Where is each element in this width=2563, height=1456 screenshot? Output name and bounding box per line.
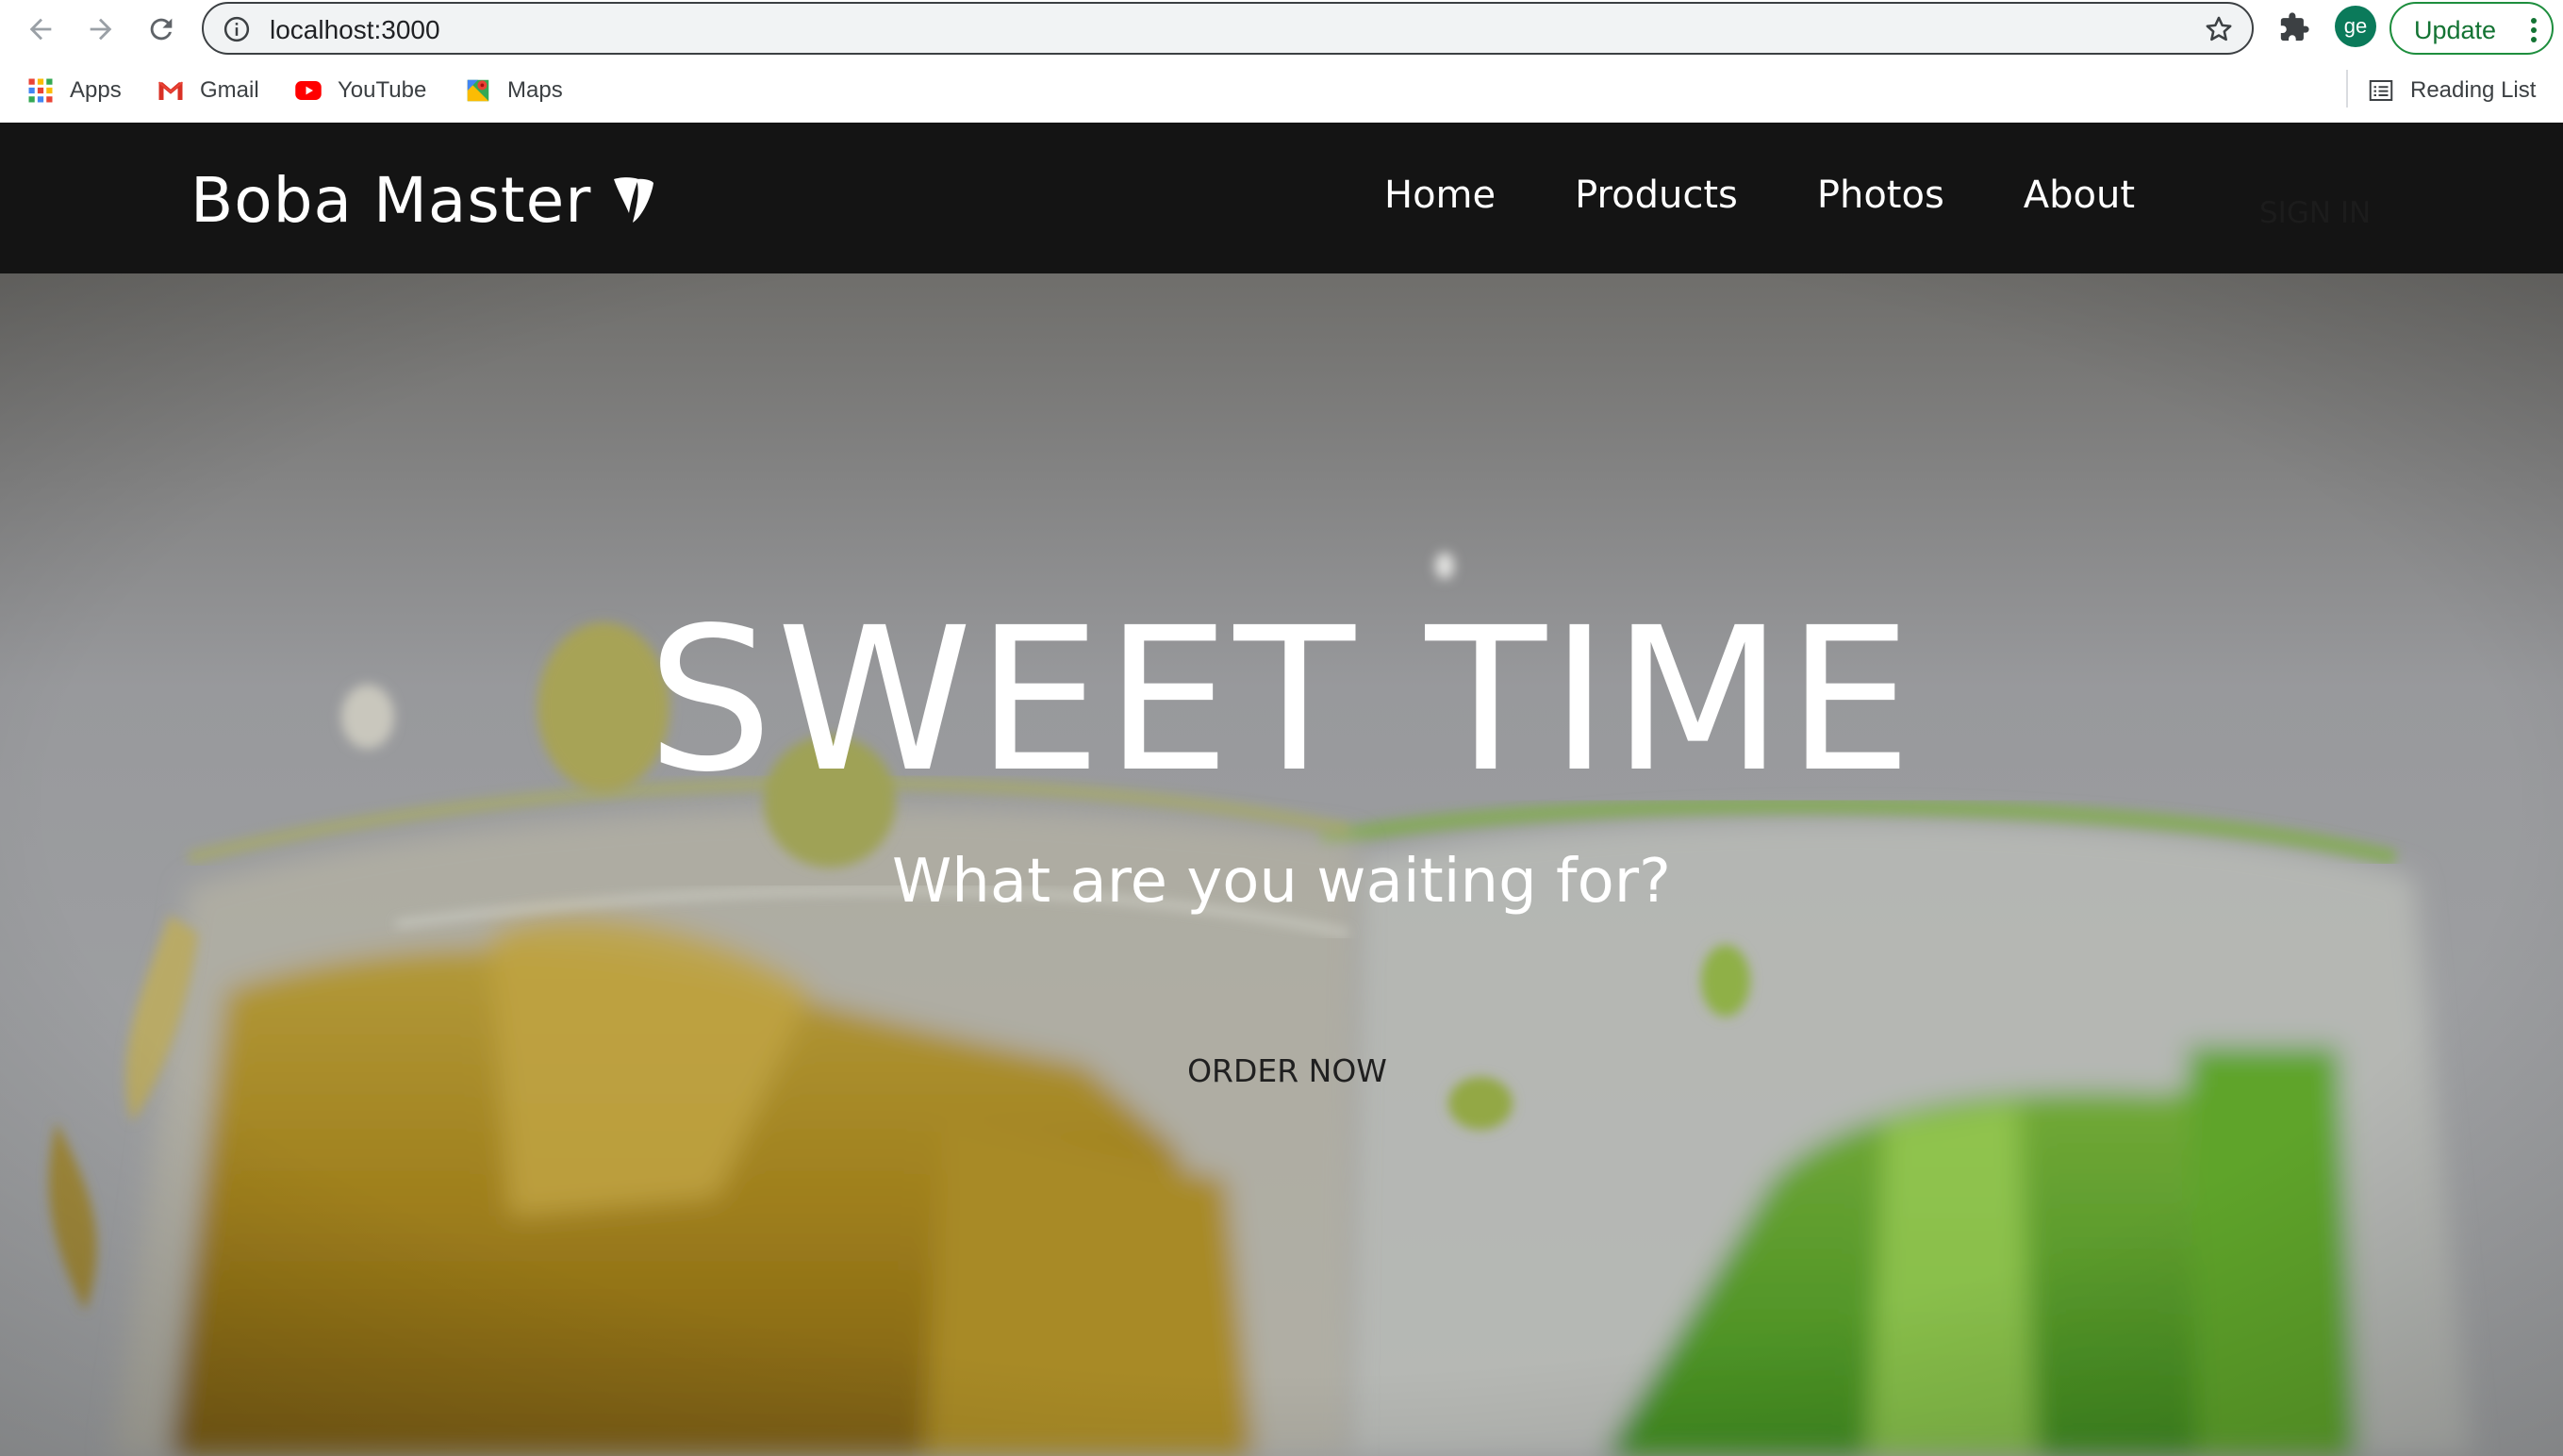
back-arrow-icon: [29, 18, 52, 41]
bookmark-label: Gmail: [200, 77, 259, 103]
update-button[interactable]: Update: [2389, 2, 2554, 55]
back-button[interactable]: [21, 9, 60, 49]
brand-name: Boba Master: [190, 164, 592, 237]
nav-products[interactable]: Products: [1575, 174, 1738, 217]
bookmark-apps[interactable]: Apps: [26, 72, 122, 109]
reading-list-label: Reading List: [2410, 77, 2537, 103]
web-page: Boba Master Home Products Photos About S…: [0, 123, 2563, 1456]
hero-title: SWEET TIME: [647, 585, 1916, 816]
url-text[interactable]: localhost:3000: [270, 15, 440, 45]
hero-subtitle: What are you waiting for?: [892, 847, 1671, 917]
profile-avatar[interactable]: ge: [2335, 6, 2376, 47]
site-header: Boba Master Home Products Photos About S…: [0, 123, 2563, 273]
address-bar[interactable]: localhost:3000: [202, 2, 2254, 55]
forward-button[interactable]: [81, 9, 121, 49]
bookmarks-divider: [2346, 70, 2348, 108]
reload-button[interactable]: [141, 9, 181, 49]
order-now-button[interactable]: ORDER NOW: [1150, 1042, 1424, 1099]
reading-list-icon: [2369, 80, 2393, 101]
brand-link[interactable]: Boba Master: [190, 164, 655, 237]
gmail-icon: [157, 81, 184, 100]
hero-section: SWEET TIME What are you waiting for? ORD…: [0, 273, 2563, 1456]
browser-toolbar: localhost:3000 ge Update: [0, 0, 2563, 58]
nav-about[interactable]: About: [2024, 174, 2135, 217]
site-info-icon[interactable]: [223, 15, 251, 43]
bookmark-gmail[interactable]: Gmail: [157, 72, 259, 109]
bookmark-star-icon[interactable]: [2203, 13, 2235, 45]
more-menu-icon[interactable]: [2529, 17, 2538, 43]
forward-arrow-icon: [90, 18, 112, 41]
bookmark-label: Maps: [507, 77, 563, 103]
bookmark-maps[interactable]: Maps: [464, 72, 563, 109]
typo3-logo-icon: [614, 176, 654, 223]
nav-photos[interactable]: Photos: [1817, 174, 1944, 217]
bookmarks-bar: Apps Gmail YouTube Maps Reading List: [0, 58, 2563, 123]
bookmark-youtube[interactable]: YouTube: [294, 72, 426, 109]
main-nav: Home Products Photos About: [1384, 174, 2214, 217]
reload-icon: [150, 18, 173, 41]
bookmark-label: YouTube: [338, 77, 427, 103]
reading-list-button[interactable]: Reading List: [2367, 72, 2536, 109]
update-label: Update: [2414, 16, 2497, 44]
youtube-icon: [295, 81, 322, 100]
nav-home[interactable]: Home: [1384, 174, 1496, 217]
extensions-puzzle-icon[interactable]: [2278, 11, 2310, 43]
sign-in-link[interactable]: SIGN IN: [2259, 196, 2371, 230]
maps-icon: [467, 79, 489, 102]
bookmark-label: Apps: [70, 77, 122, 103]
apps-grid-icon: [28, 78, 53, 103]
